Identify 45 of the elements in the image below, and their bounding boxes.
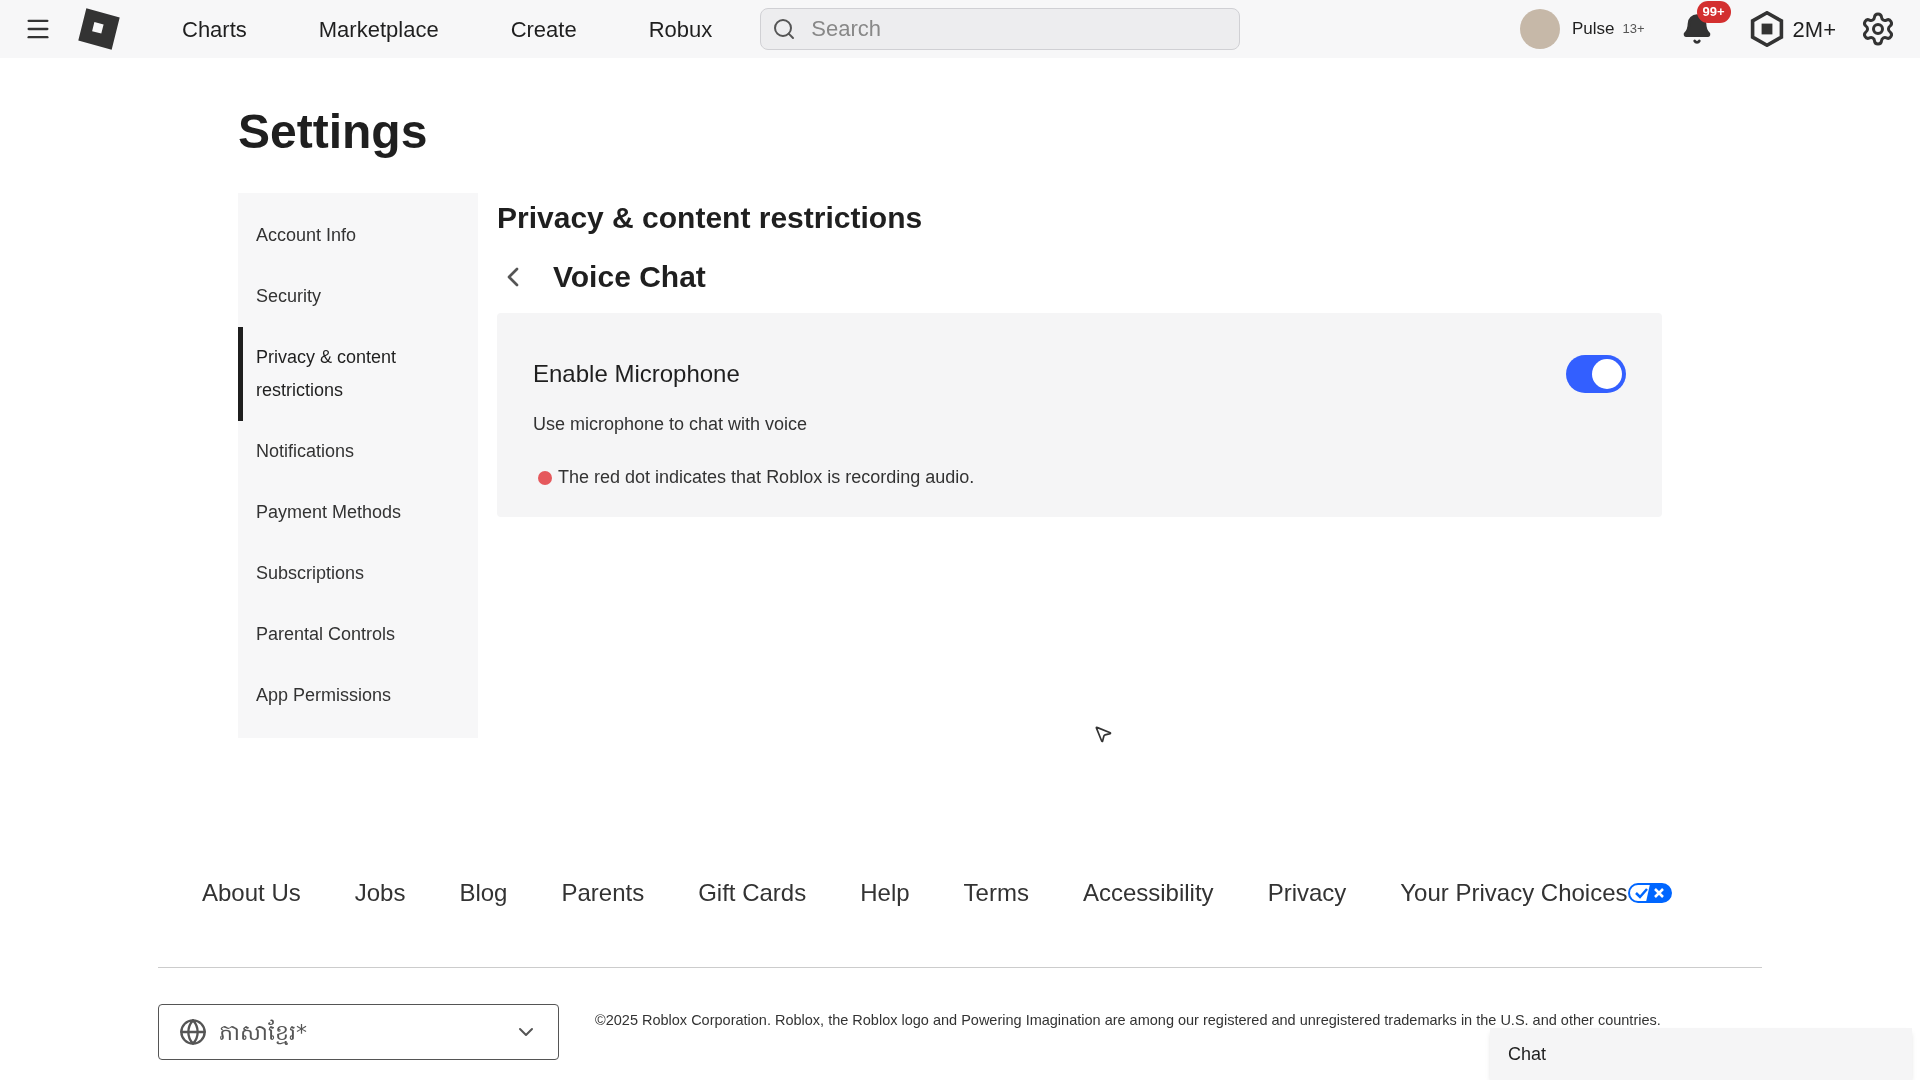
nav-link[interactable]: Create <box>474 12 613 46</box>
sidebar-item[interactable]: Parental Controls <box>238 604 478 665</box>
mouse-cursor-icon <box>1093 724 1113 744</box>
footer-link[interactable]: Your Privacy Choices <box>1400 875 1628 911</box>
footer-link[interactable]: Blog <box>459 875 508 911</box>
sidebar-item[interactable]: Subscriptions <box>238 543 478 604</box>
footer-link[interactable]: Gift Cards <box>698 875 807 911</box>
setting-title: Enable Microphone <box>533 359 740 389</box>
notification-count: 99+ <box>1696 1 1731 23</box>
copyright-text: ©2025 Roblox Corporation. Roblox, the Roblox logo and Powering Imagination are among our registered and unregistered trademarks in the U.S. and other countries. <box>595 1011 1661 1030</box>
robux-icon[interactable] <box>1748 11 1785 47</box>
footer-link[interactable]: Jobs <box>354 875 406 911</box>
chat-label: Chat <box>1508 1042 1547 1066</box>
chat-panel[interactable]: Chat <box>1490 1028 1912 1080</box>
section-title: Privacy & content restrictions <box>497 200 924 236</box>
privacy-choices-icon[interactable] <box>1627 883 1672 903</box>
footer-link[interactable]: Terms <box>963 875 1029 911</box>
nav-link[interactable]: Robux <box>612 12 749 46</box>
logo-icon[interactable] <box>76 6 122 52</box>
page-title: Settings <box>238 108 429 156</box>
footer-link[interactable]: Parents <box>561 875 645 911</box>
subsection-title: Voice Chat <box>553 259 706 295</box>
search-field[interactable]: Search <box>760 8 1241 50</box>
sidebar-item[interactable]: App Permissions <box>238 665 478 726</box>
sidebar-item[interactable]: Security <box>238 266 478 327</box>
setting-description: Use microphone to chat with voice <box>533 413 809 436</box>
robux-amount[interactable]: 2M+ <box>1792 12 1836 46</box>
footer-link[interactable]: Help <box>860 875 910 911</box>
globe-icon <box>179 1018 207 1046</box>
age-label: 13+ <box>1622 20 1645 39</box>
nav-link[interactable]: Charts <box>146 12 283 46</box>
nav-link[interactable]: Marketplace <box>282 12 475 46</box>
footer-link[interactable]: About Us <box>202 875 301 911</box>
settings-icon[interactable] <box>1860 11 1896 47</box>
sidebar-item[interactable]: Privacy & content restrictions <box>238 327 478 421</box>
language-select[interactable]: ភាសាខ្មែរ* <box>158 1004 559 1060</box>
footer-link[interactable]: Accessibility <box>1082 875 1214 911</box>
search-icon <box>772 17 797 41</box>
username[interactable]: Pulse <box>1572 16 1615 42</box>
sidebar-item[interactable]: Notifications <box>238 421 478 482</box>
recording-note: The red dot indicates that Roblox is recording audio. <box>558 466 975 489</box>
sidebar-item[interactable]: Account Info <box>238 205 478 266</box>
sidebar-item[interactable]: Payment Methods <box>238 482 478 543</box>
toggle-switch[interactable] <box>1566 355 1626 393</box>
footer-link[interactable]: Privacy <box>1267 875 1347 911</box>
